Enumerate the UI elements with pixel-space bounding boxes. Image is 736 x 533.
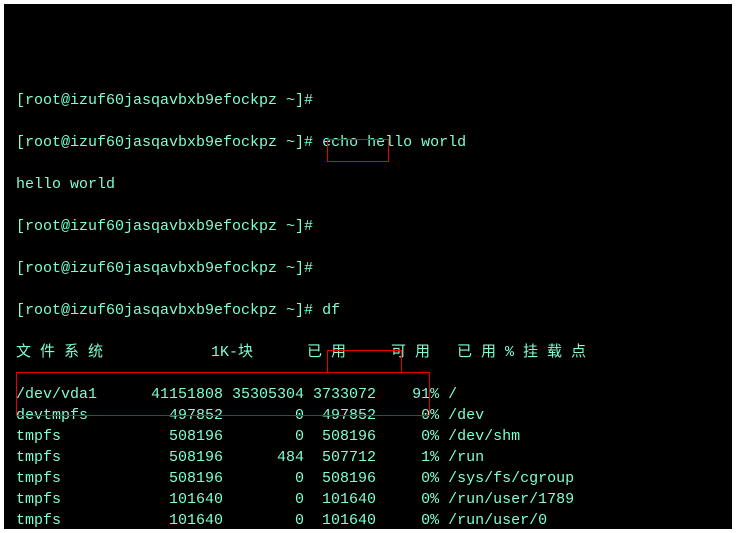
df-header: 文 件 系 统 1K-块 已 用 可 用 已 用 % 挂 载 点 [16,342,724,363]
command-text: df [322,302,340,319]
output-line: hello world [16,174,724,195]
prompt-line: [root@izuf60jasqavbxb9efockpz ~]# [16,90,724,111]
prompt-line: [root@izuf60jasqavbxb9efockpz ~]# [16,258,724,279]
prompt-line: [root@izuf60jasqavbxb9efockpz ~]# [16,216,724,237]
prompt-line: [root@izuf60jasqavbxb9efockpz ~]# df [16,300,724,321]
terminal-window[interactable]: [root@izuf60jasqavbxb9efockpz ~]# [root@… [0,0,736,533]
blank-line [16,48,724,69]
df-output: /dev/vda1 41151808 35305304 3733072 91% … [16,386,574,529]
command-text: echo hello world [322,134,466,151]
prompt-line: [root@izuf60jasqavbxb9efockpz ~]# echo h… [16,132,724,153]
